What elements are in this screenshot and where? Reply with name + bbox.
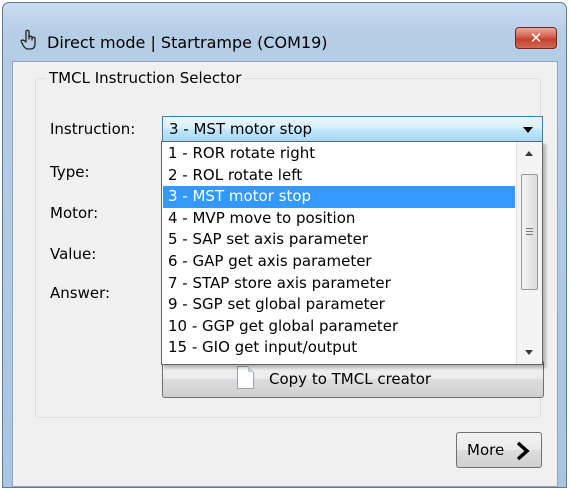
list-item[interactable]: 9 - SGP set global parameter: [163, 294, 515, 316]
type-label: Type:: [50, 163, 90, 181]
grip-line: [526, 228, 533, 229]
group-title: TMCL Instruction Selector: [46, 69, 245, 87]
scroll-down-arrow-icon[interactable]: [525, 350, 533, 355]
instruction-dropdown-list[interactable]: 1 - ROR rotate right 2 - ROL rotate left…: [161, 141, 543, 365]
grip-line: [526, 234, 533, 235]
motor-label: Motor:: [50, 204, 99, 222]
scroll-up-arrow-icon[interactable]: [525, 151, 533, 156]
hand-pointer-icon: [20, 29, 36, 50]
list-item[interactable]: 2 - ROL rotate left: [163, 165, 515, 187]
list-item[interactable]: 4 - MVP move to position: [163, 208, 515, 230]
list-item-selected[interactable]: 3 - MST motor stop: [163, 186, 515, 208]
instruction-select[interactable]: 3 - MST motor stop: [162, 116, 543, 142]
copy-button-label: Copy to TMCL creator: [269, 370, 432, 388]
grip-line: [526, 231, 533, 232]
answer-label: Answer:: [50, 284, 111, 302]
list-item[interactable]: 10 - GGP get global parameter: [163, 316, 515, 338]
instruction-label: Instruction:: [50, 120, 136, 138]
scrollbar-thumb[interactable]: [521, 174, 538, 290]
window-title: Direct mode | Startrampe (COM19): [47, 33, 328, 52]
title-bar[interactable]: Direct mode | Startrampe (COM19) ✕: [3, 3, 566, 59]
direct-mode-window: Direct mode | Startrampe (COM19) ✕ TMCL …: [2, 2, 567, 488]
instruction-options: 1 - ROR rotate right 2 - ROL rotate left…: [163, 143, 515, 359]
list-item[interactable]: 7 - STAP store axis parameter: [163, 273, 515, 295]
copy-to-tmcl-creator-button[interactable]: Copy to TMCL creator: [162, 360, 544, 398]
instruction-select-value: 3 - MST motor stop: [169, 120, 313, 138]
dropdown-scrollbar[interactable]: [516, 142, 542, 364]
list-item[interactable]: 6 - GAP get axis parameter: [163, 251, 515, 273]
chevron-down-icon[interactable]: [523, 127, 533, 133]
more-button-label: More: [467, 441, 505, 459]
list-item[interactable]: 5 - SAP set axis parameter: [163, 229, 515, 251]
more-button[interactable]: More: [456, 432, 542, 468]
list-item[interactable]: 1 - ROR rotate right: [163, 143, 515, 165]
list-item[interactable]: 15 - GIO get input/output: [163, 337, 515, 359]
chevron-right-icon: [516, 441, 530, 461]
close-button[interactable]: ✕: [515, 27, 557, 49]
document-icon: [237, 366, 254, 389]
value-label: Value:: [50, 245, 97, 263]
